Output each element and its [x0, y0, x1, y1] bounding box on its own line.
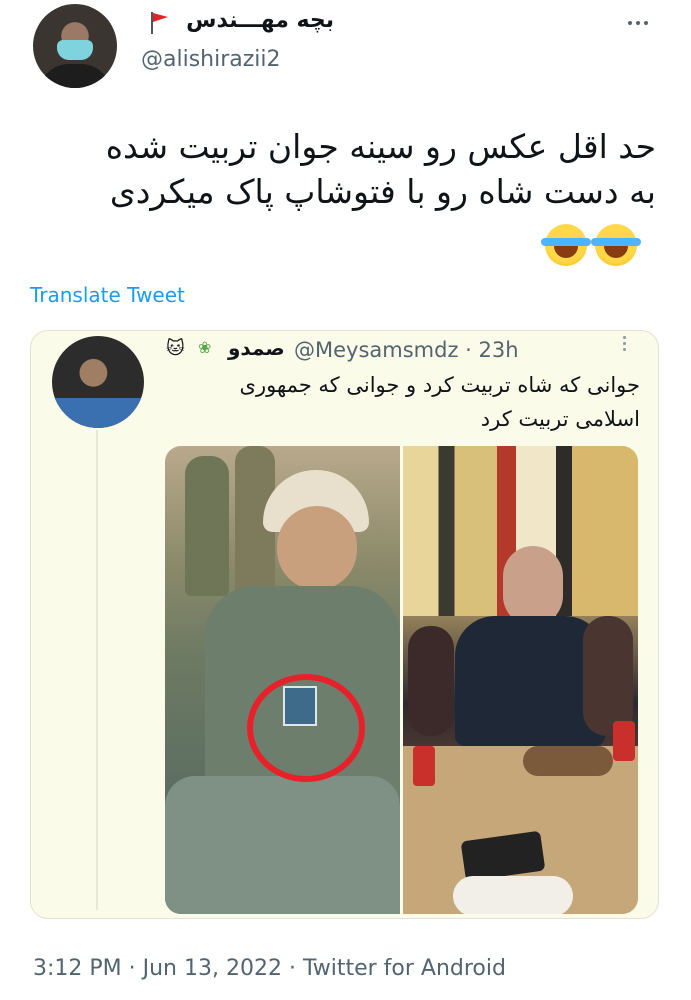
tweet-meta: 3:12 PM · Jun 13, 2022 · Twitter for And… [33, 956, 506, 981]
quoted-handle-time[interactable]: @Meysamsmdz · 23h [294, 338, 519, 362]
author-avatar[interactable] [33, 4, 117, 88]
quoted-display-name[interactable]: صمدو [228, 336, 285, 360]
author-display-name[interactable]: بچه مهـــندس [186, 8, 334, 33]
laughing-tears-emoji-icon [541, 224, 591, 266]
leaf-emoji-icon: ❀ [198, 338, 212, 357]
author-handle[interactable]: @alishirazii2 [141, 47, 281, 72]
quoted-tweet-text: جوانی که شاه تربیت کرد و جوانی که جمهوری… [239, 373, 640, 431]
translate-tweet-link[interactable]: Translate Tweet [30, 283, 185, 307]
laughing-tears-emoji-icon [591, 224, 641, 266]
quoted-author-avatar[interactable] [52, 336, 144, 428]
cat-emoji-icon: 🐱 [166, 338, 185, 359]
tweet-text: حد اقل عکس رو سینه جوان تربیت شده به دست… [105, 127, 656, 211]
emoji-row [541, 224, 655, 270]
quoted-more-icon[interactable] [620, 336, 628, 358]
restaurant-photo[interactable] [403, 446, 638, 914]
red-circle-highlight [247, 674, 365, 782]
red-flag-icon [151, 12, 168, 34]
thread-line [96, 430, 98, 910]
more-options-icon[interactable] [626, 10, 660, 30]
